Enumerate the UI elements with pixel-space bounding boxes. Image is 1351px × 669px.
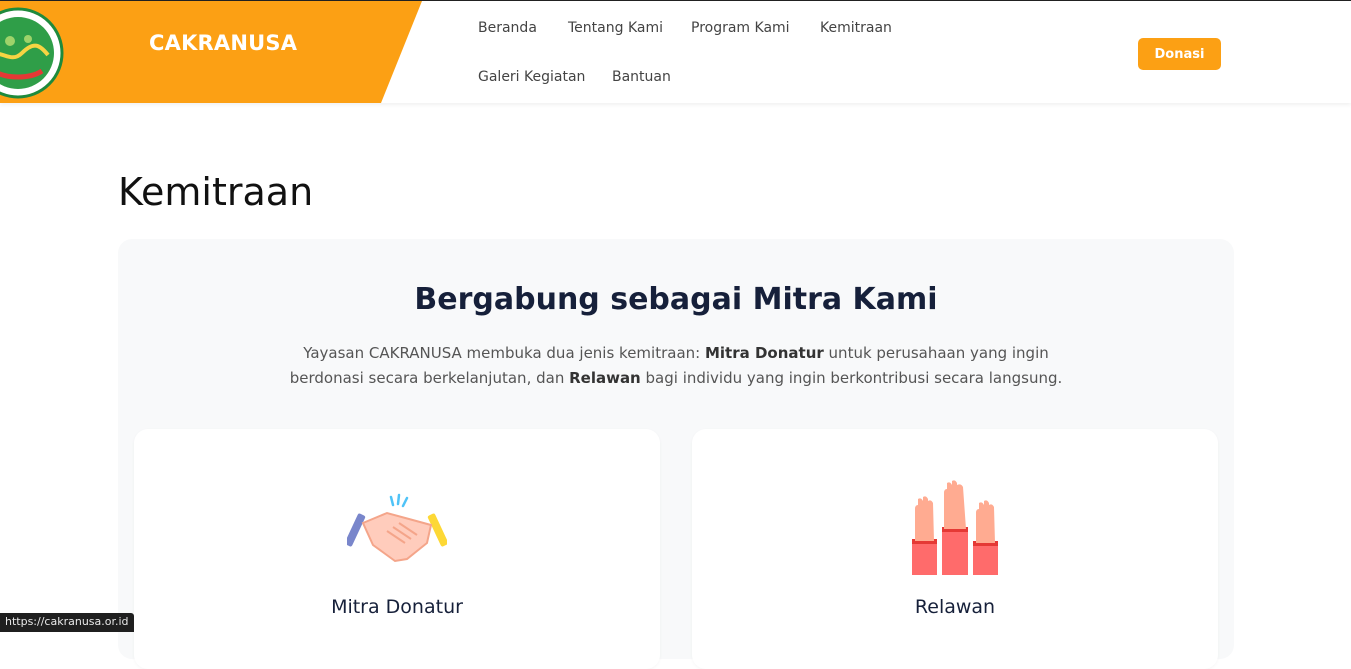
nav-bantuan[interactable]: Bantuan — [612, 69, 671, 85]
nav-galeri-kegiatan[interactable]: Galeri Kegiatan — [478, 69, 585, 85]
relawan-card[interactable]: Relawan — [692, 429, 1218, 669]
relawan-emphasis: Relawan — [569, 369, 641, 387]
cakranusa-logo-icon[interactable] — [0, 5, 66, 101]
mitra-donatur-emphasis: Mitra Donatur — [704, 344, 824, 362]
raised-hands-icon — [912, 480, 998, 575]
partnership-panel: Bergabung sebagai Mitra Kami Yayasan CAK… — [118, 239, 1234, 669]
donate-button[interactable]: Donasi — [1138, 38, 1221, 70]
nav-kemitraan[interactable]: Kemitraan — [820, 20, 892, 36]
section-heading: Bergabung sebagai Mitra Kami — [414, 282, 938, 317]
mitra-donatur-card[interactable]: Mitra Donatur — [134, 429, 660, 669]
nav-beranda[interactable]: Beranda — [478, 20, 537, 36]
relawan-title: Relawan — [914, 596, 996, 618]
site-header: CAKRANUSA Beranda Tentang Kami Program K… — [0, 1, 1351, 103]
nav-tentang-kami[interactable]: Tentang Kami — [568, 20, 663, 36]
page-title: Kemitraan — [118, 170, 314, 214]
status-bar-url: https://cakranusa.or.id — [0, 613, 134, 632]
brand-name[interactable]: CAKRANUSA — [149, 31, 297, 55]
nav-program-kami[interactable]: Program Kami — [691, 20, 790, 36]
handshake-icon — [347, 493, 447, 563]
mitra-donatur-title: Mitra Donatur — [331, 596, 463, 618]
section-description: Yayasan CAKRANUSA membuka dua jenis kemi… — [289, 344, 1063, 387]
